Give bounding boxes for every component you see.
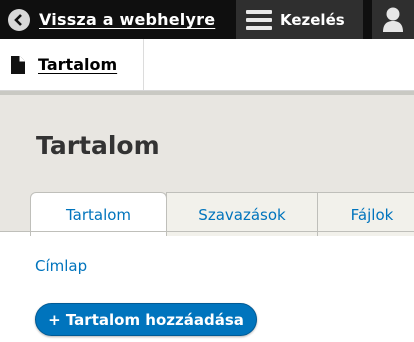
user-menu-button[interactable] [372,0,414,39]
tray-item-content-label: Tartalom [38,55,118,74]
breadcrumb-home-link[interactable]: Címlap [35,257,87,275]
tab-polls[interactable]: Szavazások [166,192,318,236]
document-icon [11,55,25,74]
manage-menu-button[interactable]: Kezelés [236,0,363,39]
page-title: Tartalom [36,131,160,160]
tab-content[interactable]: Tartalom [30,192,167,236]
chevron-left-icon [8,8,30,31]
back-to-site-link[interactable]: Vissza a webhelyre [0,0,228,39]
tab-files[interactable]: Fájlok [317,192,414,236]
toolbar-tray: Tartalom [0,39,414,91]
primary-tabs: Tartalom Szavazások Fájlok [0,192,414,236]
tray-item-content[interactable]: Tartalom [0,39,144,90]
page-header: Tartalom Tartalom Szavazások Fájlok [0,91,414,236]
tabs-divider [0,231,414,232]
hamburger-icon [246,9,272,30]
manage-label: Kezelés [280,10,345,29]
user-icon [383,7,403,32]
admin-toolbar: Vissza a webhelyre Kezelés [0,0,414,39]
back-to-site-label: Vissza a webhelyre [39,10,216,29]
add-content-button[interactable]: + Tartalom hozzáadása [35,303,257,336]
